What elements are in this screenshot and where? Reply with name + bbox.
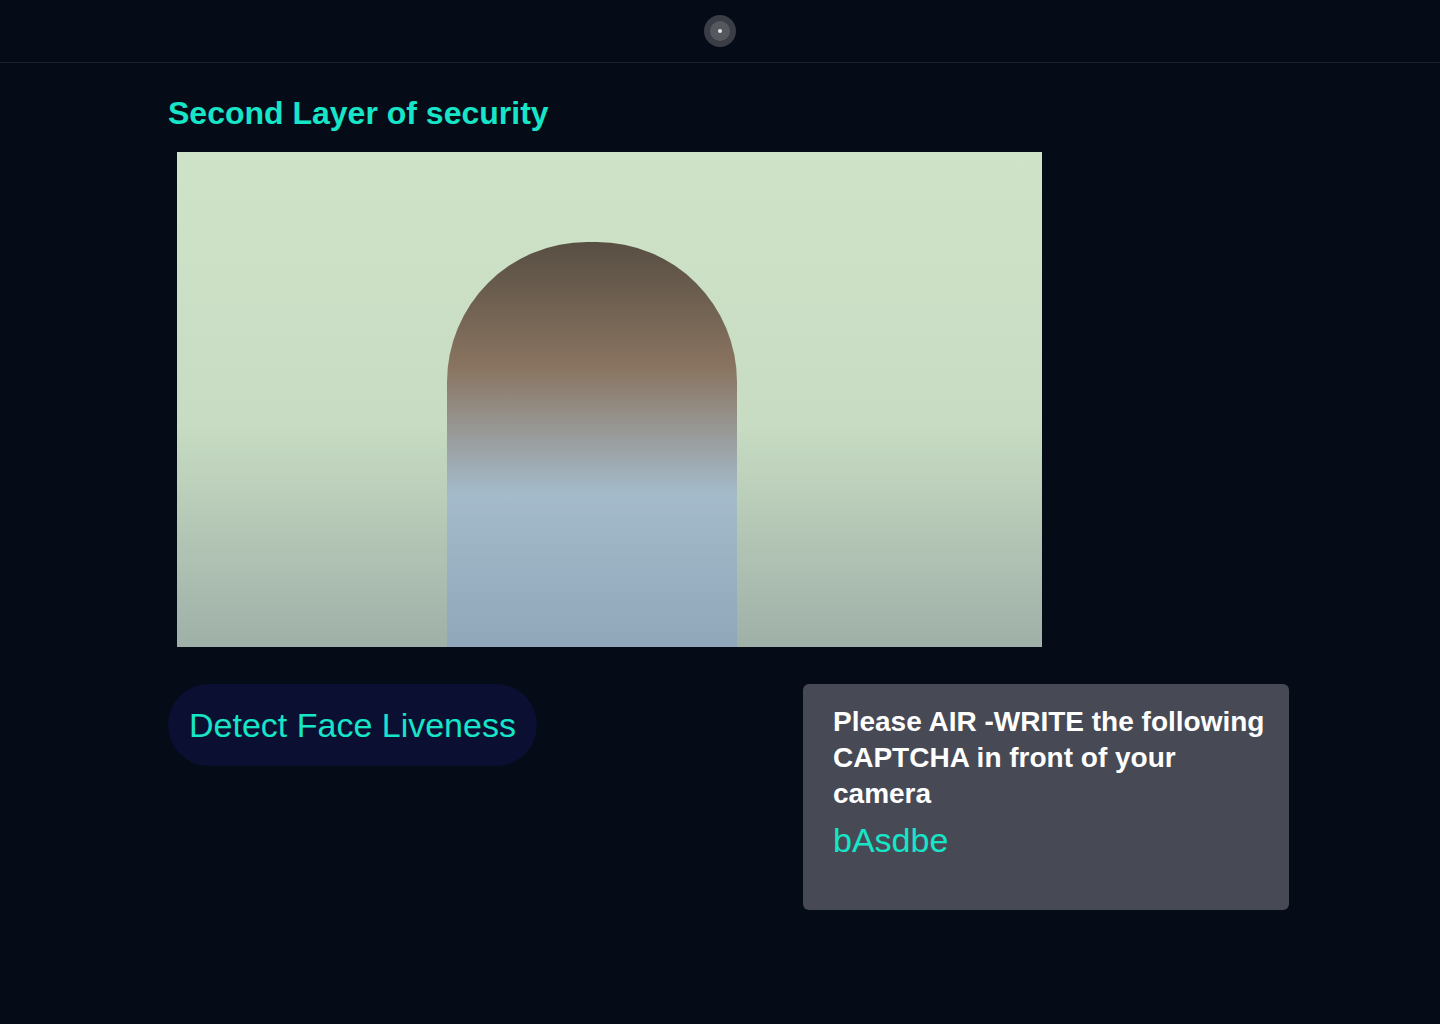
captcha-card: Please AIR -WRITE the following CAPTCHA …: [803, 684, 1289, 910]
webcam-dot-icon: [718, 29, 722, 33]
camera-feed: [177, 152, 1042, 647]
button-column: Detect Face Liveness: [168, 684, 803, 766]
detect-liveness-button[interactable]: Detect Face Liveness: [168, 684, 537, 766]
person-silhouette: [447, 242, 737, 647]
webcam-lens-icon: [710, 21, 730, 41]
main-content: Second Layer of security Detect Face Live…: [0, 63, 1440, 910]
top-bar: [0, 0, 1440, 63]
captcha-code: bAsdbe: [833, 818, 1281, 862]
captcha-prompt: Please AIR -WRITE the following CAPTCHA …: [833, 704, 1281, 812]
page-title: Second Layer of security: [168, 91, 1440, 135]
webcam-icon: [704, 15, 736, 47]
bottom-row: Detect Face Liveness Please AIR -WRITE th…: [168, 684, 1440, 910]
